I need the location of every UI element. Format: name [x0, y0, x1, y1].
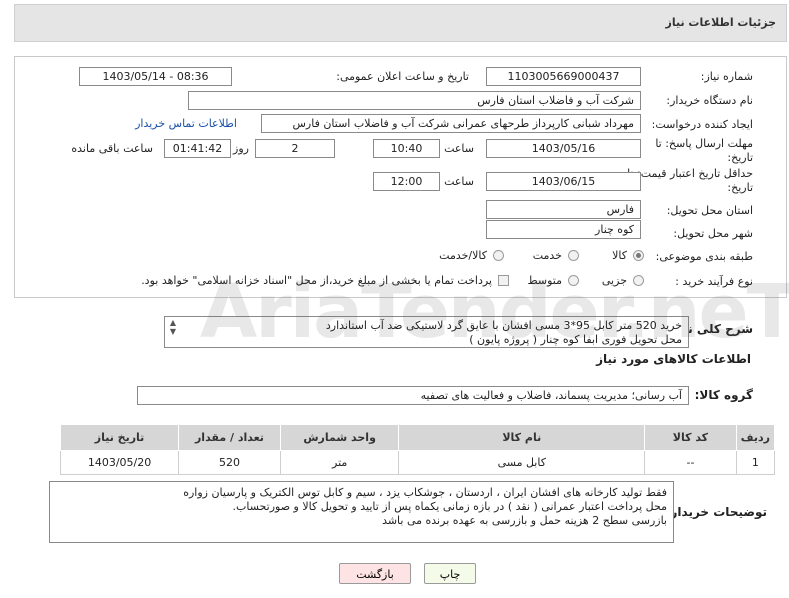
treasury-payment-checkbox[interactable]: [498, 275, 509, 286]
page-title: جزئیات اطلاعات نیاز: [665, 16, 777, 29]
table-row: 1 -- کابل مسی متر 520 1403/05/20: [59, 450, 776, 475]
process-label: نوع فرآیند خرید :: [675, 275, 753, 288]
cell-unit: متر: [279, 450, 400, 475]
scroll-up-icon[interactable]: ▲: [167, 318, 179, 327]
buyer-notes-textarea[interactable]: فقط تولید کارخانه های افشان ایران ، اردس…: [49, 481, 674, 543]
goods-group-field: آب رسانی؛ مدیریت پسماند، فاضلاب و فعالیت…: [137, 386, 689, 405]
need-number-field: 1103005669000437: [486, 67, 641, 86]
process-option-minor: جزیی: [601, 274, 627, 287]
category-radio-goods[interactable]: [633, 250, 644, 261]
treasury-payment-text: پرداخت تمام یا بخشی از مبلغ خرید،از محل …: [141, 274, 492, 287]
deadline-label-date: تاریخ:: [727, 151, 753, 164]
col-qty: تعداد / مقدار: [178, 424, 281, 451]
cell-code: --: [644, 450, 737, 475]
city-field: کوه چنار: [486, 220, 641, 239]
cell-date: 1403/05/20: [59, 450, 180, 475]
validity-time-field: 12:00: [373, 172, 440, 191]
deadline-time-label: ساعت: [444, 142, 474, 155]
days-remaining-field: 2: [255, 139, 335, 158]
col-name: نام کالا: [398, 424, 646, 451]
category-option-goods: کالا: [612, 249, 627, 262]
description-line-2: محل تحویل فوری ابفا کوه چنار ( پروژه پای…: [469, 333, 682, 346]
scroll-down-icon[interactable]: ▼: [167, 327, 179, 336]
goods-table-header: ردیف کد کالا نام کالا واحد شمارش تعداد /…: [59, 424, 776, 451]
announce-date-label: تاریخ و ساعت اعلان عمومی:: [336, 70, 469, 83]
cell-name: کابل مسی: [398, 450, 646, 475]
goods-group-label: گروه کالا:: [694, 388, 753, 402]
col-date: تاریخ نیاز: [59, 424, 180, 451]
cell-qty: 520: [178, 450, 281, 475]
buyer-contact-link[interactable]: اطلاعات تماس خریدار: [135, 117, 237, 130]
col-code: کد کالا: [644, 424, 737, 451]
buyer-notes-label: توضیحات خریدار:: [665, 505, 767, 519]
deadline-time-field: 10:40: [373, 139, 440, 158]
validity-date-field: 1403/06/15: [486, 172, 641, 191]
deadline-label: مهلت ارسال پاسخ: تا: [655, 137, 753, 150]
col-row: ردیف: [735, 424, 776, 451]
time-remaining-field: 01:41:42: [164, 139, 231, 158]
category-radio-goods-service[interactable]: [493, 250, 504, 261]
process-radio-minor[interactable]: [633, 275, 644, 286]
print-button[interactable]: چاپ: [424, 563, 476, 584]
creator-label: ایجاد کننده درخواست:: [651, 118, 753, 131]
goods-section-title: اطلاعات کالاهای مورد نیاز: [596, 352, 751, 366]
time-remaining-label: ساعت باقی مانده: [71, 142, 153, 155]
creator-field: مهرداد شبانی کارپرداز طرحهای عمرانی شرکت…: [261, 114, 641, 133]
description-textarea[interactable]: خرید 520 متر کابل 95*3 مسی افشان با عایق…: [164, 316, 689, 348]
validity-label: حداقل تاریخ اعتبار قیمت: تا: [627, 167, 753, 180]
buyer-org-field: شرکت آب و فاضلاب استان فارس: [188, 91, 641, 110]
province-field: فارس: [486, 200, 641, 219]
cell-row: 1: [735, 450, 776, 475]
goods-table: ردیف کد کالا نام کالا واحد شمارش تعداد /…: [59, 424, 776, 475]
province-label: استان محل تحویل:: [666, 204, 753, 217]
category-option-goods-service: کالا/خدمت: [439, 249, 487, 262]
description-line-1: خرید 520 متر کابل 95*3 مسی افشان با عایق…: [325, 319, 682, 332]
process-option-medium: متوسط: [527, 274, 562, 287]
buyer-notes-line-1: فقط تولید کارخانه های افشان ایران ، اردس…: [183, 486, 667, 499]
validity-label-date: تاریخ:: [727, 181, 753, 194]
deadline-date-field: 1403/05/16: [486, 139, 641, 158]
announce-date-field: 1403/05/14 - 08:36: [79, 67, 232, 86]
col-unit: واحد شمارش: [279, 424, 400, 451]
back-button[interactable]: بازگشت: [339, 563, 411, 584]
category-option-service: خدمت: [532, 249, 562, 262]
category-label: طبقه بندی موضوعی:: [655, 250, 753, 263]
need-number-label: شماره نیاز:: [700, 70, 753, 83]
buyer-notes-line-3: بازرسی سطح 2 هزینه حمل و بازرسی به عهده …: [382, 514, 667, 527]
description-scroll-arrows[interactable]: ▲ ▼: [167, 318, 179, 344]
process-radio-medium[interactable]: [568, 275, 579, 286]
buyer-org-label: نام دستگاه خریدار:: [666, 94, 753, 107]
validity-time-label: ساعت: [444, 175, 474, 188]
city-label: شهر محل تحویل:: [673, 227, 753, 240]
page-header: جزئیات اطلاعات نیاز: [14, 4, 787, 42]
category-radio-service[interactable]: [568, 250, 579, 261]
buyer-notes-line-2: محل پرداخت اعتبار عمرانی ( نقد ) در بازه…: [232, 500, 667, 513]
